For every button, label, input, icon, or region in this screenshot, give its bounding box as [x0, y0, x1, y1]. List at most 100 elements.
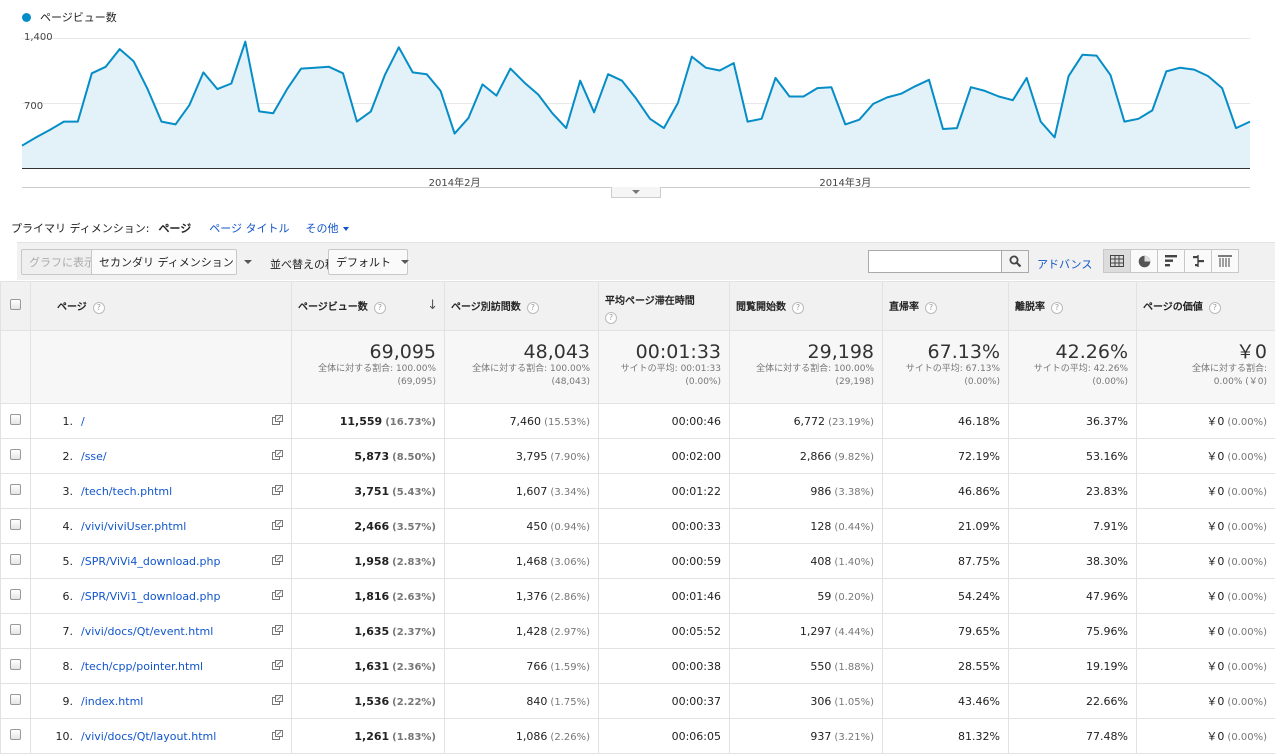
help-icon[interactable]: ?: [92, 302, 105, 314]
header-exit-rate[interactable]: 離脱率?: [1008, 281, 1137, 331]
cell-value: 1,958: [354, 554, 390, 568]
row-page-link[interactable]: /vivi/docs/Qt/event.html: [81, 625, 213, 638]
help-icon[interactable]: ?: [526, 302, 539, 314]
row-bounce-rate: 79.65%: [882, 613, 1009, 649]
total-avg-time: 00:01:33 サイトの平均: 00:01:33 (0.00%): [598, 330, 730, 404]
row-checkbox[interactable]: [10, 659, 21, 670]
row-checkbox[interactable]: [10, 554, 21, 565]
view-table-button[interactable]: [1103, 249, 1131, 273]
row-page-link[interactable]: /tech/tech.phtml: [81, 485, 172, 498]
row-exit-rate: 75.96%: [1008, 613, 1137, 649]
row-exit-rate: 23.83%: [1008, 473, 1137, 509]
row-checkbox[interactable]: [10, 729, 21, 740]
row-page-link[interactable]: /SPR/ViVi4_download.php: [81, 555, 220, 568]
header-entrances[interactable]: 閲覧開始数?: [729, 281, 883, 331]
row-bounce-rate: 46.18%: [882, 403, 1009, 439]
row-avg-time: 00:02:00: [598, 438, 730, 474]
row-checkbox[interactable]: [10, 694, 21, 705]
help-icon[interactable]: ?: [605, 312, 617, 324]
dimension-other-label: その他: [305, 222, 339, 235]
cell-value: 11,559: [339, 414, 383, 428]
select-all-checkbox[interactable]: [10, 299, 21, 310]
dimension-page: ページ: [158, 222, 192, 235]
header-bounce-rate[interactable]: 直帰率?: [882, 281, 1009, 331]
open-external-icon[interactable]: [272, 555, 283, 568]
cell-value: 22.66%: [1086, 694, 1128, 708]
dropdown-arrow-icon: [243, 260, 252, 264]
help-icon[interactable]: ?: [925, 302, 937, 314]
row-page-link[interactable]: /vivi/viviUser.phtml: [81, 520, 186, 533]
secondary-dimension-dropdown[interactable]: セカンダリ ディメンション: [91, 249, 252, 275]
open-external-icon[interactable]: [272, 520, 283, 533]
legend-dot-icon: [22, 12, 31, 22]
row-checkbox-cell: [0, 438, 31, 474]
header-page-value[interactable]: ページの価値?: [1136, 281, 1275, 331]
total-sub: 全体に対する割合: 100.00%: [318, 364, 436, 374]
cell-percent: (2.63%): [392, 591, 436, 603]
total-sub: (0.00%): [964, 377, 1000, 387]
row-unique-pageviews: 7,460 (15.53%): [444, 403, 599, 439]
cell-percent: (8.50%): [392, 451, 436, 463]
cell-value: 00:00:38: [671, 659, 721, 673]
advanced-filter-link[interactable]: アドバンス: [1037, 256, 1092, 272]
search-button[interactable]: [1001, 250, 1029, 273]
row-page-cell: 7. /vivi/docs/Qt/event.html: [30, 613, 292, 649]
dimension-other-dropdown[interactable]: その他: [306, 220, 349, 236]
view-performance-button[interactable]: [1157, 249, 1185, 273]
dimension-page-title-link[interactable]: ページ タイトル: [209, 220, 289, 236]
view-pivot-button[interactable]: [1211, 249, 1239, 273]
cell-percent: (9.82%): [834, 451, 874, 463]
row-page-link[interactable]: /: [81, 415, 85, 428]
row-checkbox[interactable]: [10, 484, 21, 495]
help-icon[interactable]: ?: [1051, 302, 1063, 314]
row-checkbox[interactable]: [10, 414, 21, 425]
table-search-input[interactable]: [868, 250, 1002, 273]
row-checkbox[interactable]: [10, 519, 21, 530]
header-page[interactable]: ページ?: [30, 281, 292, 331]
header-pageviews[interactable]: ページビュー数? ↓: [291, 281, 445, 331]
report-table: ページ? ページビュー数? ↓ ページ別訪問数? 平均ページ滞在時間? 閲覧開始数…: [0, 281, 1275, 754]
open-external-icon[interactable]: [272, 485, 283, 498]
help-icon[interactable]: ?: [792, 302, 804, 314]
cell-value: 1,631: [354, 659, 390, 673]
cell-percent: (3.38%): [834, 486, 874, 498]
table-row: 5. /SPR/ViVi4_download.php 1,958 (2.83%) 1…: [0, 543, 1275, 579]
row-page-link[interactable]: /index.html: [81, 695, 143, 708]
chart-collapse-handle[interactable]: [611, 187, 661, 198]
total-value: 67.13%: [927, 341, 1000, 363]
view-comparison-button[interactable]: [1184, 249, 1212, 273]
x-tick-label: 2014年2月: [428, 178, 481, 189]
row-page-value: ￥0 (0.00%): [1136, 578, 1275, 614]
open-external-icon[interactable]: [272, 450, 283, 463]
help-icon[interactable]: ?: [1208, 302, 1221, 314]
row-checkbox-cell: [0, 613, 31, 649]
row-page-link[interactable]: /SPR/ViVi1_download.php: [81, 590, 220, 603]
header-avg-time[interactable]: 平均ページ滞在時間?: [598, 281, 730, 331]
row-checkbox[interactable]: [10, 589, 21, 600]
cell-value: 47.96%: [1086, 589, 1128, 603]
chevron-down-icon: [632, 190, 640, 194]
cell-value: 00:00:33: [671, 519, 721, 533]
row-page-link[interactable]: /vivi/docs/Qt/layout.html: [81, 730, 216, 743]
row-page-link[interactable]: /sse/: [81, 450, 107, 463]
help-icon[interactable]: ?: [373, 302, 386, 314]
open-external-icon[interactable]: [272, 590, 283, 603]
cell-value: 43.46%: [958, 694, 1000, 708]
row-page-value: ￥0 (0.00%): [1136, 473, 1275, 509]
open-external-icon[interactable]: [272, 415, 283, 428]
row-page-link[interactable]: /tech/cpp/pointer.html: [81, 660, 203, 673]
pivot-icon: [1218, 255, 1232, 267]
row-checkbox[interactable]: [10, 624, 21, 635]
total-sub: 全体に対する割合: 100.00%: [756, 364, 874, 374]
open-external-icon[interactable]: [272, 660, 283, 673]
sort-type-dropdown[interactable]: デフォルト: [328, 249, 409, 275]
header-unique-pageviews[interactable]: ページ別訪問数?: [444, 281, 599, 331]
open-external-icon[interactable]: [272, 625, 283, 638]
view-pie-button[interactable]: [1130, 249, 1158, 273]
cell-value: 00:02:00: [671, 449, 721, 463]
open-external-icon[interactable]: [272, 730, 283, 743]
cell-value: ￥0: [1206, 590, 1225, 603]
open-external-icon[interactable]: [272, 695, 283, 708]
row-checkbox-cell: [0, 648, 31, 684]
row-checkbox[interactable]: [10, 449, 21, 460]
